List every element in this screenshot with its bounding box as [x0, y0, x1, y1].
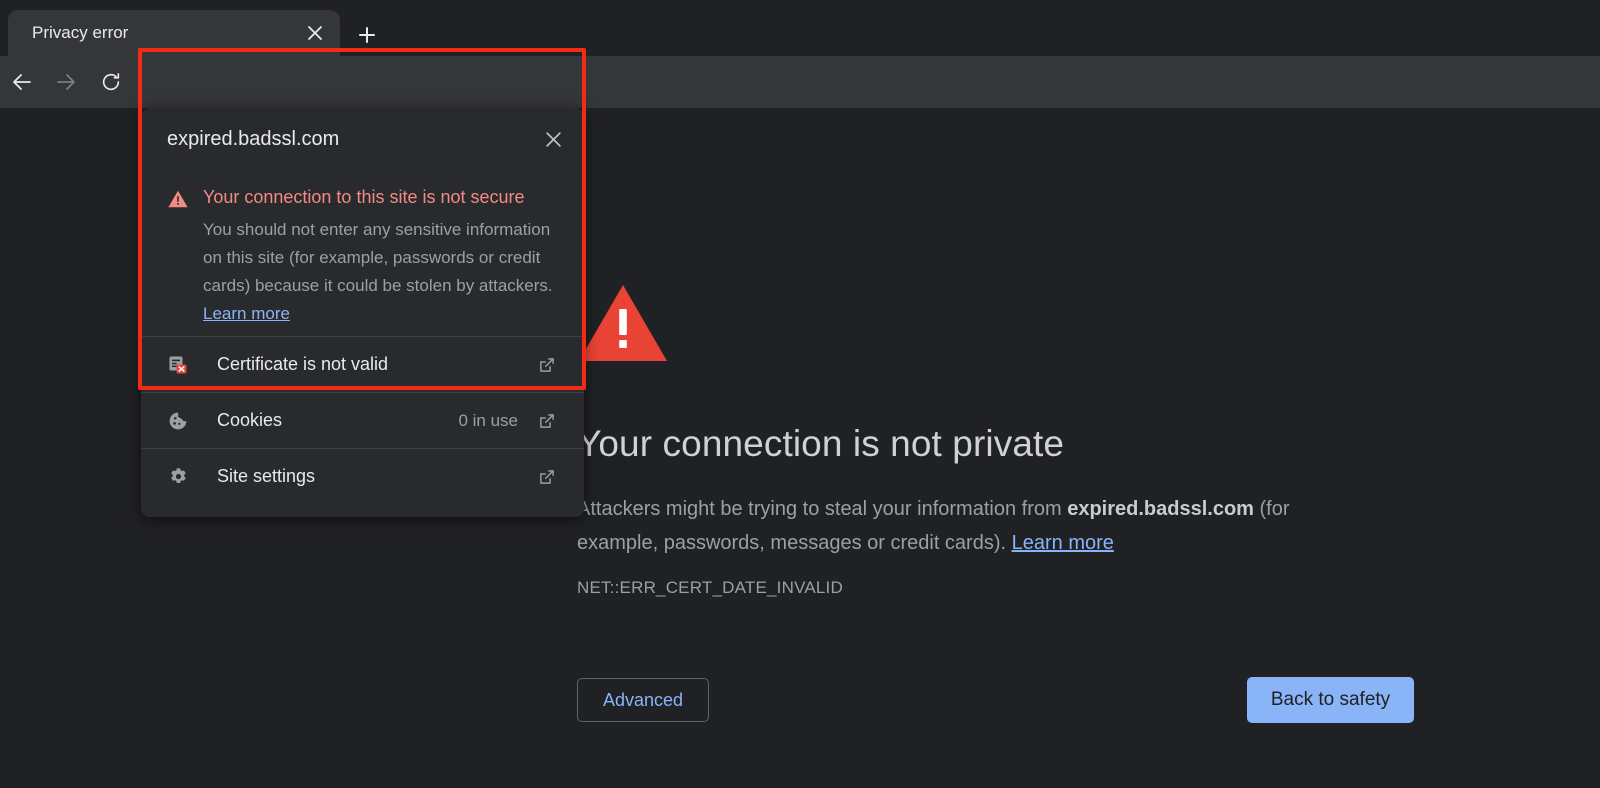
bubble-row-label: Certificate is not valid [217, 354, 518, 375]
bubble-row-label: Site settings [217, 466, 518, 487]
back-to-safety-button[interactable]: Back to safety [1247, 677, 1414, 723]
tab-title: Privacy error [32, 23, 300, 43]
close-icon[interactable] [536, 122, 570, 156]
bubble-row-site-settings[interactable]: Site settings [141, 449, 584, 504]
advanced-button[interactable]: Advanced [577, 678, 709, 722]
tab-strip: Privacy error [0, 0, 1600, 56]
tab-privacy-error[interactable]: Privacy error [8, 10, 340, 56]
arrow-left-icon [11, 71, 33, 93]
reload-button[interactable] [93, 64, 129, 100]
reload-icon [100, 71, 122, 93]
cookie-icon [167, 410, 189, 432]
bubble-row-cookies[interactable]: Cookies 0 in use [141, 393, 584, 448]
bubble-row-certificate[interactable]: Certificate is not valid [141, 337, 584, 392]
red-warning-triangle-icon [578, 283, 668, 363]
close-icon[interactable] [300, 18, 330, 48]
security-description: You should not enter any sensitive infor… [203, 216, 561, 328]
back-button[interactable] [4, 64, 40, 100]
warning-triangle-icon [167, 188, 189, 210]
browser-window: Privacy error [0, 0, 1600, 788]
site-information-bubble: expired.badssl.com Your connection to th… [141, 108, 584, 517]
description-prefix: Attackers might be trying to steal your … [577, 498, 1067, 520]
forward-button[interactable] [48, 64, 84, 100]
bubble-row-label: Cookies [217, 410, 458, 431]
bubble-origin-label: expired.badssl.com [167, 128, 536, 151]
new-tab-button[interactable] [350, 18, 384, 52]
open-in-new-icon[interactable] [536, 410, 558, 432]
bubble-header: expired.badssl.com [141, 108, 584, 170]
certificate-invalid-icon [167, 354, 189, 376]
security-headline: Your connection to this site is not secu… [203, 185, 563, 209]
open-in-new-icon[interactable] [536, 466, 558, 488]
gear-icon [167, 466, 189, 488]
error-code: NET::ERR_CERT_DATE_INVALID [577, 578, 843, 598]
browser-toolbar: Not Secure https://expired.badssl.com [0, 56, 1600, 108]
page-title: Your connection is not private [577, 423, 1064, 465]
learn-more-link[interactable]: Learn more [1012, 532, 1114, 554]
arrow-right-icon [55, 71, 77, 93]
plus-icon [358, 26, 376, 44]
open-in-new-icon[interactable] [536, 354, 558, 376]
learn-more-link[interactable]: Learn more [203, 304, 290, 323]
bubble-row-sublabel: 0 in use [458, 411, 518, 431]
page-description: Attackers might be trying to steal your … [577, 492, 1367, 560]
security-description-text: You should not enter any sensitive infor… [203, 220, 553, 295]
description-host: expired.badssl.com [1067, 498, 1254, 520]
